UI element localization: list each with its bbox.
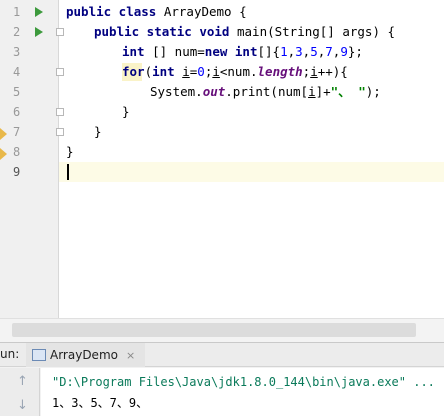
code-text: <num. bbox=[219, 64, 258, 79]
run-main-icon[interactable] bbox=[35, 27, 43, 37]
code-text: [] num= bbox=[144, 44, 205, 59]
code-variable: i bbox=[308, 84, 316, 99]
line-number: 1 bbox=[13, 5, 21, 19]
console-command-line: "D:\Program Files\Java\jdk1.8.0_144\bin\… bbox=[52, 375, 435, 389]
fold-marker-icon[interactable] bbox=[56, 28, 64, 36]
code-field: length bbox=[257, 64, 303, 79]
line-number: 6 bbox=[13, 105, 21, 119]
code-number: 9 bbox=[340, 44, 348, 59]
code-keyword: for bbox=[122, 64, 145, 79]
run-config-tab[interactable]: ArrayDemo × bbox=[26, 343, 146, 367]
run-class-icon[interactable] bbox=[35, 7, 43, 17]
code-line-2: public static void main(String[] args) { bbox=[94, 22, 395, 42]
code-line-1: public class ArrayDemo { bbox=[66, 2, 247, 22]
code-text: ]+ bbox=[315, 84, 331, 99]
code-number: 5 bbox=[310, 44, 318, 59]
scroll-down-icon[interactable]: ↓ bbox=[17, 398, 28, 413]
code-keyword: int bbox=[152, 64, 175, 79]
code-text: []{ bbox=[257, 44, 281, 59]
code-text: ); bbox=[365, 84, 381, 99]
line-number: 2 bbox=[13, 25, 21, 39]
code-keyword: new int bbox=[204, 44, 258, 59]
run-tab-label: ArrayDemo bbox=[50, 348, 118, 362]
code-line-5: System.out.print(num[i]+"、 "); bbox=[150, 82, 381, 102]
code-line-6: } bbox=[122, 104, 130, 119]
console-program-output: 1、3、5、7、9、 bbox=[52, 396, 149, 410]
bookmark-icon bbox=[0, 126, 9, 142]
code-field: out bbox=[202, 84, 226, 99]
code-text: ( bbox=[144, 64, 153, 79]
line-number: 5 bbox=[13, 85, 21, 99]
code-text: }; bbox=[347, 44, 363, 59]
code-string: "、 " bbox=[330, 84, 366, 99]
scrollbar-thumb[interactable] bbox=[12, 323, 416, 337]
run-panel-header: un: ArrayDemo × bbox=[0, 343, 444, 367]
code-text: ArrayDemo { bbox=[156, 4, 247, 19]
current-line-highlight bbox=[59, 162, 444, 182]
code-number: 7 bbox=[325, 44, 333, 59]
code-variable: i bbox=[310, 64, 318, 79]
console-icon bbox=[32, 349, 46, 361]
code-text: ++){ bbox=[317, 64, 348, 79]
code-keyword: public class bbox=[66, 4, 157, 19]
code-keyword: int bbox=[122, 44, 145, 59]
code-line-4: for(int i=0;i<num.length;i++){ bbox=[122, 62, 348, 82]
code-text: .print(num[ bbox=[225, 84, 309, 99]
code-variable: i bbox=[182, 64, 190, 79]
code-line-7: } bbox=[94, 124, 102, 139]
code-variable: i bbox=[212, 64, 220, 79]
run-panel-title: un: bbox=[0, 347, 20, 361]
line-number: 9 bbox=[13, 165, 21, 179]
code-text: System. bbox=[150, 84, 203, 99]
line-number: 3 bbox=[13, 45, 21, 59]
line-number: 8 bbox=[13, 145, 21, 159]
console-output[interactable]: "D:\Program Files\Java\jdk1.8.0_144\bin\… bbox=[41, 368, 444, 416]
editor-gutter: 1 2 3 4 5 6 7 8 9 bbox=[0, 0, 58, 342]
line-number: 7 bbox=[13, 125, 21, 139]
code-number: 1 bbox=[280, 44, 288, 59]
code-number: 0 bbox=[197, 64, 205, 79]
code-editor[interactable]: 1 2 3 4 5 6 7 8 9 public class ArrayDemo… bbox=[0, 0, 444, 342]
fold-marker-icon[interactable] bbox=[56, 108, 64, 116]
close-icon[interactable]: × bbox=[126, 349, 135, 362]
bookmark-icon bbox=[0, 146, 9, 162]
run-toolbar: ↑ ↓ bbox=[0, 368, 40, 416]
text-caret bbox=[67, 164, 69, 180]
code-keyword: public static void bbox=[94, 24, 230, 39]
code-line-3: int [] num=new int[]{1,3,5,7,9}; bbox=[122, 44, 363, 59]
line-number: 4 bbox=[13, 65, 21, 79]
scroll-up-icon[interactable]: ↑ bbox=[17, 374, 28, 389]
code-number: 3 bbox=[295, 44, 303, 59]
code-line-8: } bbox=[66, 144, 74, 159]
run-tool-window: un: ArrayDemo × ↑ ↓ "D:\Program Files\Ja… bbox=[0, 342, 444, 416]
fold-marker-icon[interactable] bbox=[56, 68, 64, 76]
horizontal-scrollbar[interactable] bbox=[0, 318, 444, 342]
fold-marker-icon[interactable] bbox=[56, 128, 64, 136]
code-text: main(String[] args) { bbox=[229, 24, 396, 39]
